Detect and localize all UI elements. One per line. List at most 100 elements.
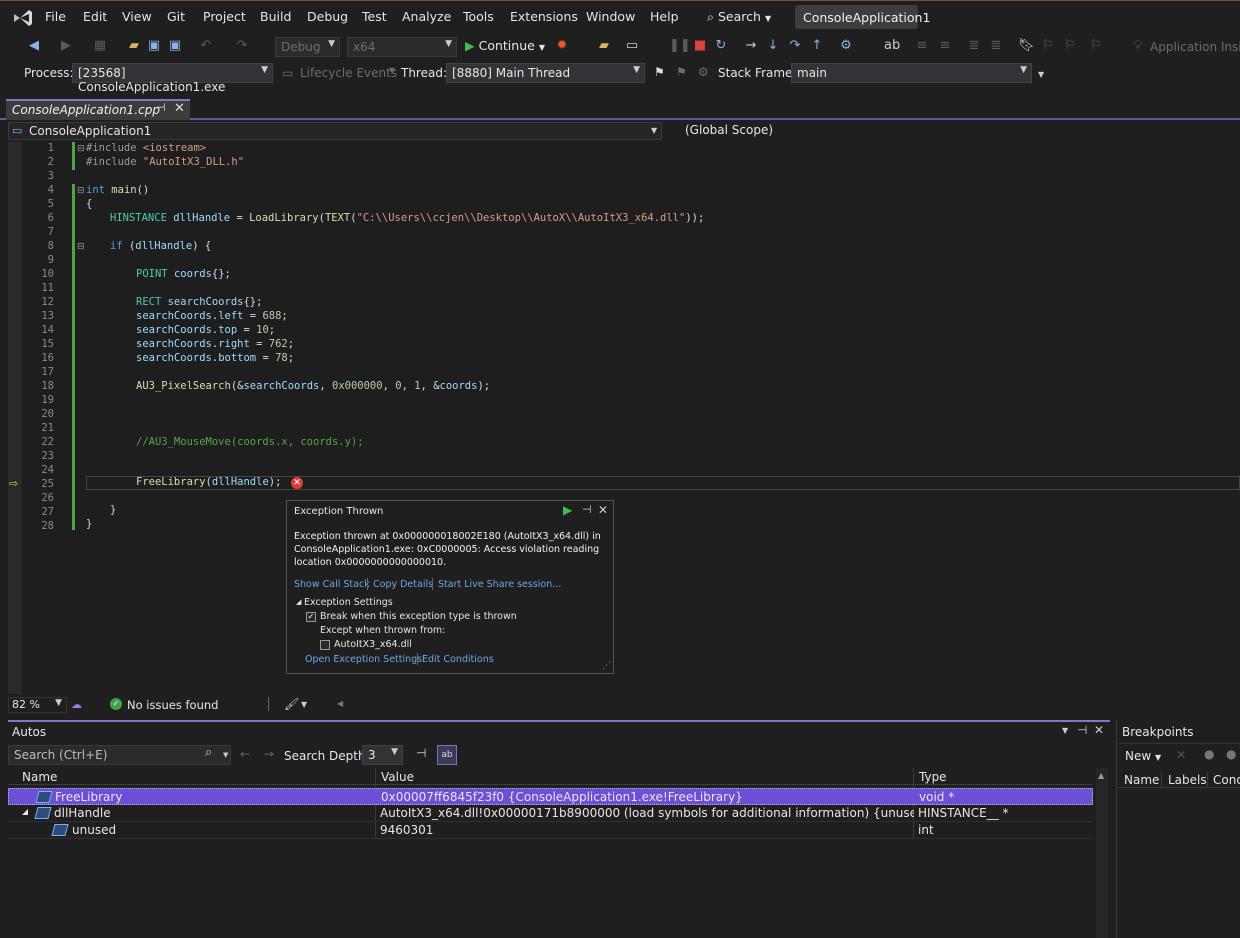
column-type[interactable]: Type: [919, 770, 947, 786]
navigate-back-icon[interactable]: ◀: [26, 38, 42, 54]
next-bookmark-icon[interactable]: ⚐: [1062, 38, 1078, 54]
zoom-dropdown[interactable]: 82 % ▼: [8, 697, 67, 713]
window-options-icon[interactable]: ▼: [1062, 726, 1068, 735]
table-row[interactable]: unused 9460301 int: [8, 822, 1093, 839]
scroll-up-icon[interactable]: ▲: [1098, 771, 1104, 780]
menu-git[interactable]: Git: [167, 9, 185, 24]
search-icon[interactable]: ⌕: [205, 745, 212, 760]
search-previous-icon[interactable]: ←: [240, 747, 250, 761]
error-icon[interactable]: ✕: [291, 477, 303, 489]
prev-bookmark-icon[interactable]: ⚐: [1040, 38, 1056, 54]
step-over-icon[interactable]: ↷: [787, 38, 803, 54]
column-separator[interactable]: [1207, 771, 1208, 788]
step-into-icon[interactable]: ↓: [765, 38, 781, 54]
stop-icon[interactable]: ■: [692, 38, 708, 54]
indent-icon[interactable]: ≡: [914, 38, 930, 54]
dll-exclude-checkbox[interactable]: [320, 640, 330, 650]
menu-edit[interactable]: Edit: [83, 9, 107, 24]
open-exception-settings-link[interactable]: Open Exception Settings: [305, 654, 422, 665]
layout-icon[interactable]: ▭: [624, 38, 640, 54]
close-icon[interactable]: ✕: [598, 503, 608, 517]
restart-icon[interactable]: ↻: [713, 38, 729, 54]
menu-analyze[interactable]: Analyze: [402, 9, 451, 24]
lifecycle-events-button[interactable]: Lifecycle Events: [300, 66, 397, 80]
disable-all-icon[interactable]: ●: [1226, 747, 1236, 761]
continue-button[interactable]: ▶ Continue ▼: [465, 38, 547, 56]
pause-icon[interactable]: ❚❚: [669, 38, 691, 54]
column-separator[interactable]: [1161, 771, 1162, 788]
menu-test[interactable]: Test: [362, 9, 387, 24]
expanded-triangle-icon[interactable]: ◢: [22, 807, 28, 816]
bp-column-condition[interactable]: Cond: [1213, 773, 1240, 787]
redo-icon[interactable]: ↷: [234, 38, 250, 54]
thread-filter-icon[interactable]: ⚙: [698, 65, 709, 79]
pin-icon[interactable]: ⊣: [1077, 723, 1087, 737]
menu-build[interactable]: Build: [260, 9, 291, 24]
close-icon[interactable]: ✕: [1094, 723, 1104, 737]
copilot-icon[interactable]: ☁: [71, 698, 82, 711]
platform-dropdown[interactable]: x64 ▼: [347, 37, 457, 57]
table-row[interactable]: ◢ dllHandle AutoItX3_x64.dll!0x00000171b…: [8, 805, 1093, 822]
menu-window[interactable]: Window: [586, 9, 635, 24]
exception-settings-header[interactable]: Exception Settings: [304, 597, 393, 608]
edit-conditions-link[interactable]: Edit Conditions: [422, 654, 494, 665]
table-row[interactable]: FreeLibrary 0x00007ff6845f23f0 {ConsoleA…: [8, 788, 1093, 805]
uncomment-icon[interactable]: ≣: [988, 38, 1004, 54]
brush-icon[interactable]: 🖌︎: [284, 697, 299, 711]
pin-icon[interactable]: ⊣: [156, 101, 166, 114]
search-depth-dropdown[interactable]: 3 ▼: [362, 745, 403, 765]
collapse-icon[interactable]: ⊟: [77, 144, 85, 154]
thread-dropdown[interactable]: [8880] Main Thread ▼: [446, 63, 645, 83]
column-name[interactable]: Name: [22, 770, 57, 786]
break-when-thrown-checkbox[interactable]: ✓: [306, 612, 316, 622]
configuration-dropdown[interactable]: Debug ▼: [275, 37, 340, 57]
menu-extensions[interactable]: Extensions: [510, 9, 578, 24]
undo-icon[interactable]: ↶: [198, 38, 214, 54]
new-project-icon[interactable]: ▦: [92, 38, 108, 54]
step-out-icon[interactable]: ↑: [809, 38, 825, 54]
issues-status[interactable]: No issues found: [127, 698, 218, 712]
stack-frame-dropdown[interactable]: main ▼: [791, 63, 1032, 83]
breakpoint-margin[interactable]: [8, 142, 22, 694]
show-call-stack-link[interactable]: Show Call Stack: [294, 579, 370, 590]
continue-play-icon[interactable]: ▶: [563, 503, 572, 517]
save-all-icon[interactable]: ▣: [167, 38, 183, 54]
open-file-icon[interactable]: ▰: [596, 38, 612, 54]
bp-column-name[interactable]: Name: [1124, 773, 1159, 787]
menu-help[interactable]: Help: [650, 9, 679, 24]
collapse-icon[interactable]: ⊟: [77, 186, 85, 196]
open-folder-icon[interactable]: ▰: [126, 38, 142, 54]
save-icon[interactable]: ▣: [146, 38, 162, 54]
spellcheck-icon[interactable]: ab: [884, 38, 900, 54]
copy-details-link[interactable]: Copy Details: [373, 579, 433, 590]
diagnostic-icon[interactable]: ⚙: [838, 38, 854, 54]
clear-bookmarks-icon[interactable]: ⚐: [1088, 38, 1104, 54]
flag-all-icon[interactable]: ⚑: [676, 65, 687, 79]
delete-icon[interactable]: ✕: [1176, 748, 1186, 762]
scroll-left-icon[interactable]: ◀: [337, 699, 343, 708]
comment-icon[interactable]: ≣: [966, 38, 982, 54]
process-dropdown[interactable]: [23568] ConsoleApplication1.exe ▼: [72, 63, 273, 94]
live-share-link[interactable]: Start Live Share session...: [438, 579, 561, 590]
menu-debug[interactable]: Debug: [307, 9, 348, 24]
new-breakpoint-button[interactable]: New ▼: [1125, 749, 1161, 763]
collapse-icon[interactable]: ⊟: [77, 242, 85, 252]
bookmark-icon[interactable]: 🔖︎: [1018, 38, 1035, 54]
resize-grip-icon[interactable]: ⋰: [602, 661, 611, 671]
hot-reload-icon[interactable]: ✹: [554, 38, 570, 54]
flag-thread-icon[interactable]: ⚑: [654, 65, 665, 79]
autos-search-input[interactable]: Search (Ctrl+E): [8, 745, 231, 765]
pin-source-icon[interactable]: ⊣: [416, 746, 426, 760]
menu-tools[interactable]: Tools: [463, 9, 494, 24]
expand-triangle-icon[interactable]: ◢: [296, 598, 301, 606]
close-tab-icon[interactable]: ✕: [174, 101, 185, 116]
scope-navigation-dropdown[interactable]: (Global Scope): [675, 122, 1240, 140]
navigate-forward-icon[interactable]: ▶: [58, 38, 74, 54]
search-next-icon[interactable]: →: [264, 747, 274, 761]
outdent-icon[interactable]: ≡: [937, 38, 953, 54]
autos-vertical-scrollbar[interactable]: [1096, 768, 1108, 938]
pin-icon[interactable]: ⊣: [582, 503, 592, 516]
toggle-breakpoints-icon[interactable]: ●: [1204, 747, 1214, 761]
toolbar-options-icon[interactable]: ▼: [1038, 70, 1044, 79]
menu-file[interactable]: File: [45, 9, 66, 24]
